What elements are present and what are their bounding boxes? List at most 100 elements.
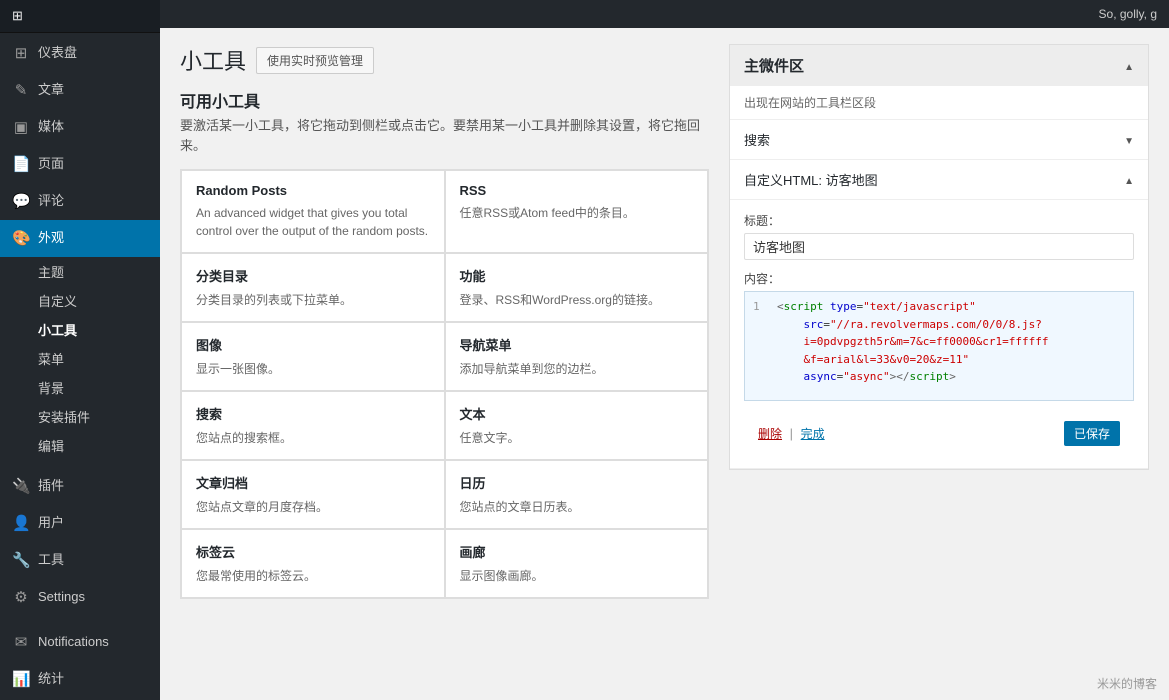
sidebar-label-pages: 页面 [38, 155, 64, 173]
pages-icon: 📄 [12, 154, 30, 175]
widget-name-tag-cloud: 标签云 [196, 542, 430, 561]
stats-icon: 📊 [12, 669, 30, 690]
sidebar-label-dashboard: 仪表盘 [38, 44, 77, 62]
sidebar-label-stats: 统计 [38, 670, 64, 688]
sidebar: ⊞ ⊞ 仪表盘 ✎ 文章 ▣ 媒体 📄 页面 💬 评论 🎨 外观 主题 自定义 … [0, 0, 160, 700]
appearance-icon: 🎨 [12, 228, 30, 249]
widget-item-search-header[interactable]: 搜索 [730, 120, 1148, 159]
widget-calendar[interactable]: 日历 您站点的文章日历表。 [445, 460, 709, 529]
comments-icon: 💬 [12, 191, 30, 212]
sidebar-label-plugins: 插件 [38, 477, 64, 495]
sidebar-sub-editor[interactable]: 编辑 [0, 431, 160, 460]
saved-badge: 已保存 [1064, 421, 1120, 446]
sidebar-label-comments: 评论 [38, 192, 64, 210]
widget-nav-menu[interactable]: 导航菜单 添加导航菜单到您的边栏。 [445, 322, 709, 391]
title-input[interactable] [744, 233, 1134, 260]
tools-icon: 🔧 [12, 550, 30, 571]
sidebar-item-settings[interactable]: ⚙ Settings [0, 579, 160, 616]
sidebar-main-nav: ⊞ 仪表盘 ✎ 文章 ▣ 媒体 📄 页面 💬 评论 🎨 外观 主题 自定义 小工… [0, 35, 160, 460]
sidebar-sub-menus[interactable]: 菜单 [0, 344, 160, 373]
sidebar-item-notifications[interactable]: ✉ Notifications [0, 624, 160, 661]
delete-link[interactable]: 删除 [758, 427, 782, 441]
widget-name-nav-menu: 导航菜单 [460, 335, 694, 354]
media-icon: ▣ [12, 117, 30, 138]
sidebar-sub-themes[interactable]: 主题 [0, 257, 160, 286]
widget-desc-categories: 分类目录的列表或下拉菜单。 [196, 291, 430, 309]
widget-desc-nav-menu: 添加导航菜单到您的边栏。 [460, 360, 694, 378]
sidebar-item-dashboard[interactable]: ⊞ 仪表盘 [0, 35, 160, 72]
title-field-row: 标题： [744, 212, 1134, 260]
sidebar-item-comments[interactable]: 💬 评论 [0, 183, 160, 220]
sidebar-logo: ⊞ [0, 0, 160, 33]
widget-name-text: 文本 [460, 404, 694, 423]
widget-area-main: 主微件区 出现在网站的工具栏区段 搜索 自定义HTML: 访客地图 [729, 44, 1149, 470]
sidebar-sub-install-plugins[interactable]: 安装插件 [0, 402, 160, 431]
plugins-icon: 🔌 [12, 476, 30, 497]
widget-desc-tag-cloud: 您最常使用的标签云。 [196, 567, 430, 585]
widget-name-search: 搜索 [196, 404, 430, 423]
sidebar-item-posts[interactable]: ✎ 文章 [0, 72, 160, 109]
widget-html-toggle-icon [1124, 172, 1134, 187]
code-editor[interactable]: 1 <script type="text/javascript" src="//… [744, 291, 1134, 401]
widget-item-search-title: 搜索 [744, 130, 770, 149]
widget-area-title: 主微件区 [744, 55, 804, 76]
widget-name-categories: 分类目录 [196, 266, 430, 285]
widget-item-html-header[interactable]: 自定义HTML: 访客地图 [730, 160, 1148, 199]
widget-desc-random-posts: An advanced widget that gives you total … [196, 204, 430, 240]
widget-gallery[interactable]: 画廊 显示图像画廊。 [445, 529, 709, 598]
widget-desc-archives: 您站点文章的月度存档。 [196, 498, 430, 516]
widget-desc-meta: 登录、RSS和WordPress.org的链接。 [460, 291, 694, 309]
dashboard-icon: ⊞ [12, 43, 30, 64]
widget-tag-cloud[interactable]: 标签云 您最常使用的标签云。 [181, 529, 445, 598]
sidebar-sub-widgets[interactable]: 小工具 [0, 315, 160, 344]
widget-image[interactable]: 图像 显示一张图像。 [181, 322, 445, 391]
widget-desc-search: 您站点的搜索框。 [196, 429, 430, 447]
widget-links: 删除 | 完成 [758, 425, 825, 442]
widget-text[interactable]: 文本 任意文字。 [445, 391, 709, 460]
sidebar-item-tools[interactable]: 🔧 工具 [0, 542, 160, 579]
users-icon: 👤 [12, 513, 30, 534]
sidebar-item-media[interactable]: ▣ 媒体 [0, 109, 160, 146]
sidebar-item-appearance[interactable]: 🎨 外观 [0, 220, 160, 257]
widget-name-rss: RSS [460, 183, 694, 198]
widget-name-random-posts: Random Posts [196, 183, 430, 198]
widget-meta[interactable]: 功能 登录、RSS和WordPress.org的链接。 [445, 253, 709, 322]
main-content: So, golly, g 小工具 使用实时预览管理 可用小工具 要激活某一小工具… [160, 0, 1169, 700]
widget-desc-image: 显示一张图像。 [196, 360, 430, 378]
title-label: 标题： [744, 212, 1134, 229]
widget-archives[interactable]: 文章归档 您站点文章的月度存档。 [181, 460, 445, 529]
right-panel: 主微件区 出现在网站的工具栏区段 搜索 自定义HTML: 访客地图 [729, 44, 1149, 684]
widget-categories[interactable]: 分类目录 分类目录的列表或下拉菜单。 [181, 253, 445, 322]
preview-button[interactable]: 使用实时预览管理 [256, 47, 374, 74]
page-title-row: 小工具 使用实时预览管理 [180, 44, 709, 76]
sidebar-item-stats[interactable]: 📊 统计 [0, 661, 160, 698]
sidebar-label-media: 媒体 [38, 118, 64, 136]
widget-desc-calendar: 您站点的文章日历表。 [460, 498, 694, 516]
widget-rss[interactable]: RSS 任意RSS或Atom feed中的条目。 [445, 170, 709, 253]
content-area: 小工具 使用实时预览管理 可用小工具 要激活某一小工具，将它拖动到侧栏或点击它。… [160, 28, 1169, 700]
done-link[interactable]: 完成 [801, 427, 825, 441]
left-panel: 小工具 使用实时预览管理 可用小工具 要激活某一小工具，将它拖动到侧栏或点击它。… [180, 44, 709, 684]
sidebar-item-plugins[interactable]: 🔌 插件 [0, 468, 160, 505]
widget-item-search: 搜索 [730, 120, 1148, 160]
sidebar-label-tools: 工具 [38, 551, 64, 569]
sidebar-sub-background[interactable]: 背景 [0, 373, 160, 402]
widget-name-calendar: 日历 [460, 473, 694, 492]
code-line-1: 1 <script type="text/javascript" src="//… [753, 298, 1125, 386]
wp-icon: ⊞ [12, 8, 23, 24]
widget-name-meta: 功能 [460, 266, 694, 285]
sidebar-label-posts: 文章 [38, 81, 64, 99]
settings-icon: ⚙ [12, 587, 30, 608]
widget-grid: Random Posts An advanced widget that giv… [180, 169, 709, 599]
widget-area-header[interactable]: 主微件区 [730, 45, 1148, 86]
widget-random-posts[interactable]: Random Posts An advanced widget that giv… [181, 170, 445, 253]
widget-name-image: 图像 [196, 335, 430, 354]
topbar: So, golly, g [160, 0, 1169, 28]
available-widgets-title: 可用小工具 [180, 88, 709, 112]
sidebar-item-pages[interactable]: 📄 页面 [0, 146, 160, 183]
sidebar-label-appearance: 外观 [38, 229, 64, 247]
content-field-row: 内容： 1 <script type="text/javascript" src… [744, 270, 1134, 401]
sidebar-sub-customize[interactable]: 自定义 [0, 286, 160, 315]
sidebar-item-users[interactable]: 👤 用户 [0, 505, 160, 542]
widget-search[interactable]: 搜索 您站点的搜索框。 [181, 391, 445, 460]
